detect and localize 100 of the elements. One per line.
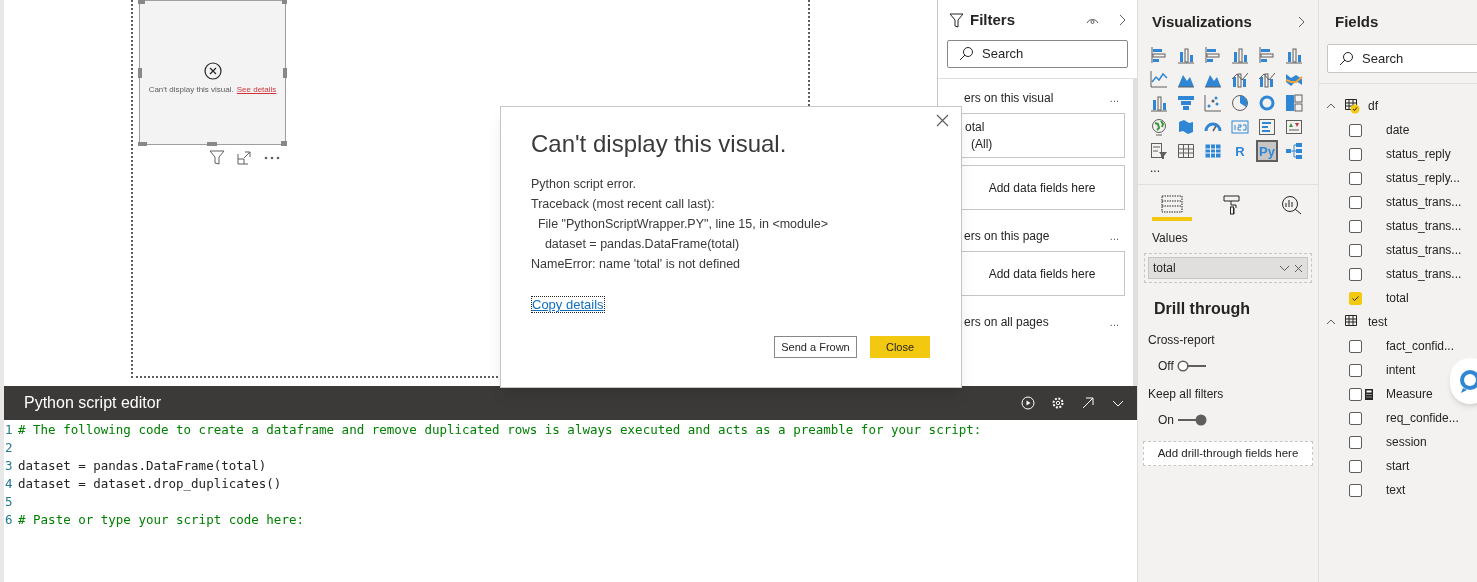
- visual-type-button[interactable]: [1229, 92, 1251, 114]
- more-visuals-button[interactable]: ...: [1150, 162, 1160, 174]
- more-options-button[interactable]: ...: [1109, 227, 1119, 245]
- resize-handle[interactable]: [282, 0, 287, 4]
- search-field[interactable]: Search: [947, 40, 1128, 68]
- visual-type-button[interactable]: [1148, 140, 1170, 162]
- toggle-switch[interactable]: [1177, 414, 1207, 426]
- field-name[interactable]: session: [1386, 433, 1427, 451]
- checkbox[interactable]: [1349, 123, 1362, 137]
- chevron-right-icon[interactable]: [1298, 16, 1306, 28]
- error-detail-line: Python script error.: [531, 176, 637, 193]
- chevron-up-icon[interactable]: [1326, 319, 1336, 325]
- toggle-state: On: [1158, 412, 1174, 429]
- more-options-button[interactable]: ...: [1109, 313, 1119, 331]
- more-options-button[interactable]: ...: [1109, 89, 1119, 107]
- toggle-switch[interactable]: [1176, 360, 1207, 372]
- pie-chart-icon: [1231, 94, 1249, 112]
- visual-type-button[interactable]: [1283, 140, 1305, 162]
- section-title: ers on this visual: [964, 90, 1055, 107]
- copy-details-link[interactable]: Copy details: [531, 296, 605, 313]
- close-icon[interactable]: [936, 114, 949, 127]
- donut-chart-icon: [1258, 94, 1276, 112]
- checkbox[interactable]: [1349, 459, 1362, 473]
- section-title: ers on this page: [964, 228, 1051, 245]
- chevron-right-icon[interactable]: [1119, 14, 1127, 26]
- line-chart-icon: [1150, 70, 1168, 88]
- resize-handle[interactable]: [138, 142, 147, 146]
- settings-icon[interactable]: [1051, 396, 1065, 410]
- table-name[interactable]: df: [1368, 97, 1378, 115]
- error-detail-line: File "PythonScriptWrapper.PY", line 15, in <module>: [536, 216, 829, 233]
- remove-icon[interactable]: [1294, 263, 1303, 273]
- column-chart-icon: [1177, 46, 1195, 64]
- field-name[interactable]: date: [1386, 121, 1410, 139]
- visual-type-button[interactable]: [1256, 116, 1278, 138]
- multi-row-card-icon: [1258, 118, 1276, 136]
- field-name[interactable]: status_reply: [1386, 145, 1451, 163]
- checkbox[interactable]: [1349, 411, 1362, 425]
- resize-handle[interactable]: [138, 68, 142, 78]
- line-number: 2: [4, 439, 14, 457]
- resize-handle[interactable]: [207, 142, 217, 146]
- checkbox[interactable]: [1349, 243, 1362, 257]
- table-name[interactable]: test: [1368, 313, 1388, 331]
- field-name[interactable]: status_trans...: [1386, 217, 1462, 235]
- code-comment: # The following code to create a dataframe and remove duplicated rows is always executed and acts as a preamble for your script:: [18, 421, 982, 439]
- error-detail-line: NameError: name 'total' is not defined: [531, 256, 742, 273]
- resize-handle[interactable]: [138, 0, 145, 4]
- option-label: Cross-report: [1148, 332, 1216, 349]
- field-name[interactable]: total: [1386, 289, 1409, 307]
- checkbox[interactable]: [1349, 171, 1362, 185]
- resize-handle[interactable]: [281, 141, 287, 146]
- visual-type-button[interactable]: [1283, 92, 1305, 114]
- error-detail-line: dataset = pandas.DataFrame(total): [543, 236, 741, 253]
- pane-title: Filters: [970, 9, 1016, 30]
- code-line: dataset = pandas.DataFrame(total): [18, 457, 267, 475]
- checkbox[interactable]: [1349, 435, 1362, 449]
- checkbox[interactable]: [1349, 363, 1362, 377]
- visual-container[interactable]: Can't display this visual. See details: [139, 0, 286, 145]
- map-icon: [1177, 118, 1195, 136]
- checkbox[interactable]: [1349, 195, 1362, 209]
- focus-mode-icon[interactable]: [237, 150, 252, 165]
- line-column-chart-icon: [1258, 70, 1276, 88]
- see-details-link[interactable]: See details: [236, 83, 277, 96]
- field-name[interactable]: text: [1386, 481, 1406, 499]
- expand-icon[interactable]: [1081, 396, 1095, 410]
- field-name[interactable]: req_confide...: [1386, 409, 1459, 427]
- field-name[interactable]: status_trans...: [1386, 265, 1462, 283]
- field-name[interactable]: intent: [1386, 361, 1416, 379]
- filter-icon[interactable]: [209, 150, 225, 165]
- value-field-chip[interactable]: total: [1148, 257, 1308, 279]
- checkbox[interactable]: [1349, 219, 1362, 233]
- option-label: Keep all filters: [1148, 386, 1225, 403]
- checkbox[interactable]: [1349, 147, 1362, 161]
- search-field[interactable]: Search: [1327, 44, 1477, 73]
- chevron-up-icon[interactable]: [1326, 103, 1336, 109]
- more-options-icon[interactable]: [264, 155, 280, 160]
- field-name[interactable]: start: [1386, 457, 1410, 475]
- table-icon: [1177, 142, 1195, 160]
- send-frown-button[interactable]: Send a Frown: [774, 336, 857, 358]
- field-name[interactable]: status_trans...: [1386, 241, 1462, 259]
- field-name[interactable]: status_reply...: [1386, 169, 1460, 187]
- filter-field-name: otal: [965, 119, 986, 135]
- pane-title: Visualizations: [1152, 11, 1253, 32]
- checkbox[interactable]: [1349, 267, 1362, 281]
- resize-handle[interactable]: [283, 68, 287, 78]
- column-chart-icon: [1285, 46, 1303, 64]
- checkbox[interactable]: [1349, 387, 1362, 401]
- run-icon[interactable]: [1021, 396, 1035, 410]
- field-name[interactable]: fact_confid...: [1386, 337, 1455, 355]
- checkbox[interactable]: [1349, 339, 1362, 353]
- pane-tab[interactable]: [1152, 193, 1192, 221]
- close-button[interactable]: Close: [870, 336, 930, 358]
- field-name[interactable]: status_trans...: [1386, 193, 1462, 211]
- visual-type-button[interactable]: [1202, 92, 1224, 114]
- drill-through-drop-zone[interactable]: Add drill-through fields here: [1143, 441, 1313, 466]
- dialog-title: Can't display this visual.: [531, 129, 788, 159]
- search-icon: [958, 46, 974, 62]
- checkbox[interactable]: [1349, 483, 1362, 497]
- chevron-down-icon[interactable]: [1279, 264, 1290, 272]
- visual-type-button[interactable]: [1148, 68, 1170, 90]
- field-name[interactable]: Measure: [1386, 385, 1433, 403]
